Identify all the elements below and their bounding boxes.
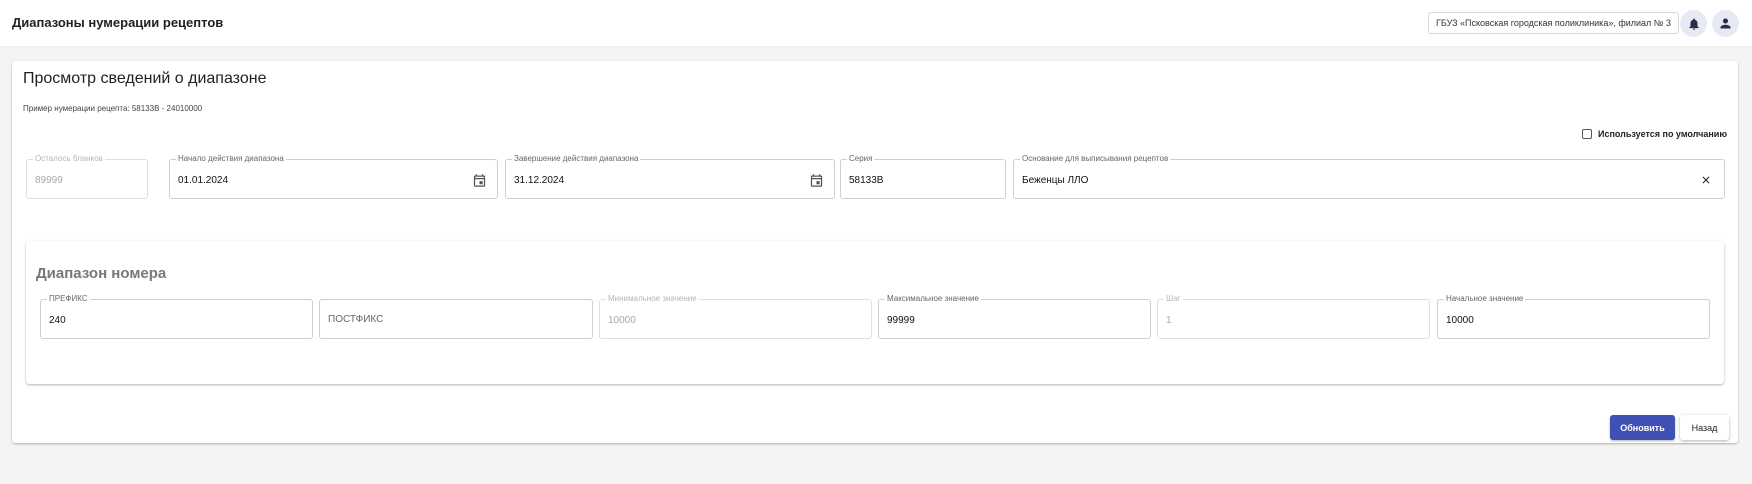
min-value-label: Минимальное значение — [606, 294, 699, 303]
basis-field[interactable]: Основание для выписывания рецептов Бежен… — [1013, 154, 1725, 199]
basis-value: Беженцы ЛЛО — [1022, 175, 1089, 186]
postfix-placeholder: ПОСТФИКС — [328, 314, 384, 325]
account-icon — [1720, 18, 1731, 29]
default-checkbox-label: Используется по умолчанию — [1598, 129, 1728, 139]
min-value: 10000 — [608, 315, 636, 326]
step-label: Шаг — [1164, 294, 1183, 303]
checkbox-box[interactable] — [1582, 129, 1592, 139]
prefix-field[interactable]: ПРЕФИКС 240 — [40, 294, 313, 339]
postfix-input[interactable]: ПОСТФИКС — [319, 299, 593, 339]
step-value: 1 — [1166, 315, 1172, 326]
prefix-label: ПРЕФИКС — [47, 294, 90, 303]
initial-value-field[interactable]: Начальное значение 10000 — [1437, 294, 1710, 339]
start-date-label: Начало действия диапазона — [176, 154, 286, 163]
back-button[interactable]: Назад — [1680, 415, 1729, 440]
update-button[interactable]: Обновить — [1610, 415, 1675, 440]
series-field[interactable]: Серия 58133В — [840, 154, 1006, 199]
number-range-title: Диапазон номера — [36, 265, 167, 282]
number-range-section: Диапазон номера ПРЕФИКС 240 ПОСТФИКС Мин… — [26, 241, 1724, 384]
calendar-icon[interactable] — [808, 172, 824, 188]
start-date-field[interactable]: Начало действия диапазона 01.01.2024 — [169, 154, 498, 199]
clear-icon[interactable] — [1698, 172, 1714, 188]
max-value-field[interactable]: Максимальное значение 99999 — [878, 294, 1151, 339]
card-title: Просмотр сведений о диапазоне — [23, 70, 267, 87]
remaining-blanks-value: 89999 — [35, 175, 63, 186]
user-menu-button[interactable] — [1712, 10, 1739, 37]
notifications-button[interactable] — [1680, 10, 1707, 37]
bell-icon — [1688, 17, 1699, 30]
organization-selector[interactable]: ГБУЗ «Псковская городская поликлиника», … — [1428, 12, 1679, 34]
initial-value-label: Начальное значение — [1444, 294, 1526, 303]
remaining-blanks-label: Осталось бланков — [33, 154, 105, 163]
numbering-example: Пример нумерации рецепта: 58133В - 24010… — [23, 104, 203, 113]
page-title: Диапазоны нумерации рецептов — [12, 15, 224, 30]
series-value: 58133В — [849, 175, 884, 186]
prefix-value: 240 — [49, 315, 66, 326]
end-date-field[interactable]: Завершение действия диапазона 31.12.2024 — [505, 154, 835, 199]
start-date-value: 01.01.2024 — [178, 175, 229, 186]
step-field: Шаг 1 — [1157, 294, 1430, 339]
end-date-value: 31.12.2024 — [514, 175, 565, 186]
initial-value: 10000 — [1446, 315, 1474, 326]
top-bar: Диапазоны нумерации рецептов ГБУЗ «Псков… — [0, 0, 1752, 47]
series-label: Серия — [847, 154, 875, 163]
range-details-card: Просмотр сведений о диапазоне Пример нум… — [12, 61, 1738, 443]
remaining-blanks-field: Осталось бланков 89999 — [26, 154, 148, 199]
default-checkbox[interactable]: Используется по умолчанию — [1582, 129, 1727, 139]
min-value-field: Минимальное значение 10000 — [599, 294, 872, 339]
calendar-icon[interactable] — [471, 172, 487, 188]
max-value-label: Максимальное значение — [885, 294, 981, 303]
max-value: 99999 — [887, 315, 915, 326]
basis-label: Основание для выписывания рецептов — [1020, 154, 1171, 163]
end-date-label: Завершение действия диапазона — [512, 154, 641, 163]
